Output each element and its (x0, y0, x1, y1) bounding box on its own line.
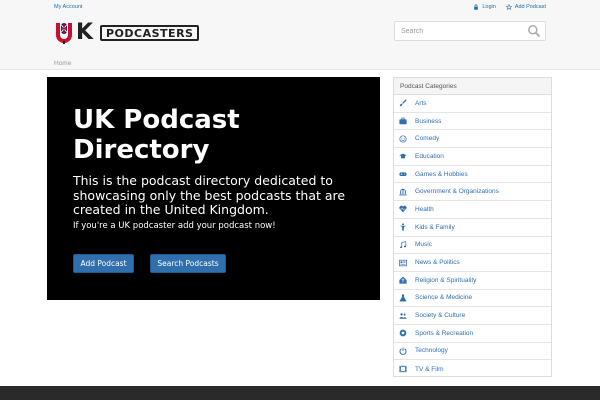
newspaper-icon (399, 259, 407, 266)
category-label: News & Politics (415, 259, 460, 267)
category-tv-film[interactable]: TV & Film (394, 360, 551, 378)
hero-subtext: If you're a UK podcaster add your podcas… (73, 221, 276, 231)
site-header: My Account Login Add Podcast K PODCASTER… (0, 0, 600, 70)
category-games-hobbies[interactable]: Games & Hobbies (394, 166, 551, 184)
category-label: Kids & Family (415, 223, 455, 231)
logo-wordmark: PODCASTERS (100, 25, 200, 41)
category-label: Government & Organizations (415, 188, 499, 196)
category-label: Science & Medicine (415, 294, 473, 302)
soccer-ball-icon (399, 329, 407, 337)
top-links: Login Add Podcast (473, 4, 546, 10)
institution-icon (399, 188, 407, 196)
site-logo[interactable]: K PODCASTERS (54, 22, 200, 44)
search-box (394, 21, 546, 41)
category-label: Business (415, 117, 442, 125)
footer-bar (0, 386, 600, 400)
category-comedy[interactable]: Comedy (394, 130, 551, 149)
category-music[interactable]: Music (394, 237, 551, 255)
flask-icon (399, 294, 407, 302)
category-technology[interactable]: Technology (394, 343, 551, 361)
category-label: Education (415, 152, 444, 160)
category-label: Health (415, 205, 434, 213)
graduation-cap-icon (399, 154, 407, 159)
category-kids-family[interactable]: Kids & Family (394, 219, 551, 237)
breadcrumb-home[interactable]: Home (54, 60, 71, 67)
heartbeat-icon (399, 206, 407, 213)
users-icon (399, 312, 407, 319)
categories-heading: Podcast Categories (394, 78, 551, 95)
category-arts[interactable]: Arts (394, 95, 551, 113)
category-society-culture[interactable]: Society & Culture (394, 307, 551, 325)
category-sports-recreation[interactable]: Sports & Recreation (394, 325, 551, 343)
logo-mark: K (54, 22, 94, 44)
briefcase-icon (399, 117, 407, 125)
add-podcast-label: Add Podcast (514, 4, 546, 10)
search-podcasts-button[interactable]: Search Podcasts (150, 254, 226, 273)
smile-icon (399, 135, 407, 143)
category-label: Music (415, 241, 432, 249)
add-podcast-link[interactable]: Add Podcast (505, 4, 546, 10)
category-label: Society & Culture (415, 312, 466, 320)
category-government-organizations[interactable]: Government & Organizations (394, 183, 551, 202)
add-podcast-button[interactable]: Add Podcast (73, 254, 134, 273)
category-label: Comedy (415, 135, 440, 143)
hero-title: UK Podcast Directory (73, 105, 240, 165)
search-icon[interactable] (527, 24, 541, 38)
category-label: Technology (415, 347, 448, 355)
login-label: Login (482, 4, 496, 10)
login-link[interactable]: Login (473, 4, 496, 10)
category-label: Games & Hobbies (415, 170, 468, 178)
hero-lead: This is the podcast directory dedicated … (73, 173, 346, 217)
category-science-medicine[interactable]: Science & Medicine (394, 290, 551, 308)
power-icon (399, 347, 407, 355)
microphone-u-icon (56, 23, 72, 44)
category-label: TV & Film (415, 365, 444, 373)
category-label: Religion & Spirituality (415, 276, 477, 284)
brush-icon (399, 99, 407, 107)
category-label: Sports & Recreation (415, 329, 474, 337)
category-news-politics[interactable]: News & Politics (394, 254, 551, 272)
film-icon (399, 365, 407, 373)
category-business[interactable]: Business (394, 113, 551, 131)
star-icon (505, 4, 512, 10)
my-account-link[interactable]: My Account (54, 4, 82, 10)
category-health[interactable]: Health (394, 201, 551, 219)
lock-icon (474, 4, 479, 10)
religion-icon (399, 276, 407, 284)
logo-letter: K (76, 20, 94, 45)
category-label: Arts (415, 99, 427, 107)
category-education[interactable]: Education (394, 148, 551, 166)
child-icon (400, 223, 406, 231)
category-religion-spirituality[interactable]: Religion & Spirituality (394, 272, 551, 290)
podcast-categories-panel: Podcast Categories Arts Business Comedy … (393, 77, 552, 377)
music-icon (399, 241, 407, 248)
hero-panel: UK Podcast Directory This is the podcast… (47, 77, 380, 300)
gamepad-icon (399, 172, 407, 177)
search-input[interactable] (395, 22, 523, 40)
